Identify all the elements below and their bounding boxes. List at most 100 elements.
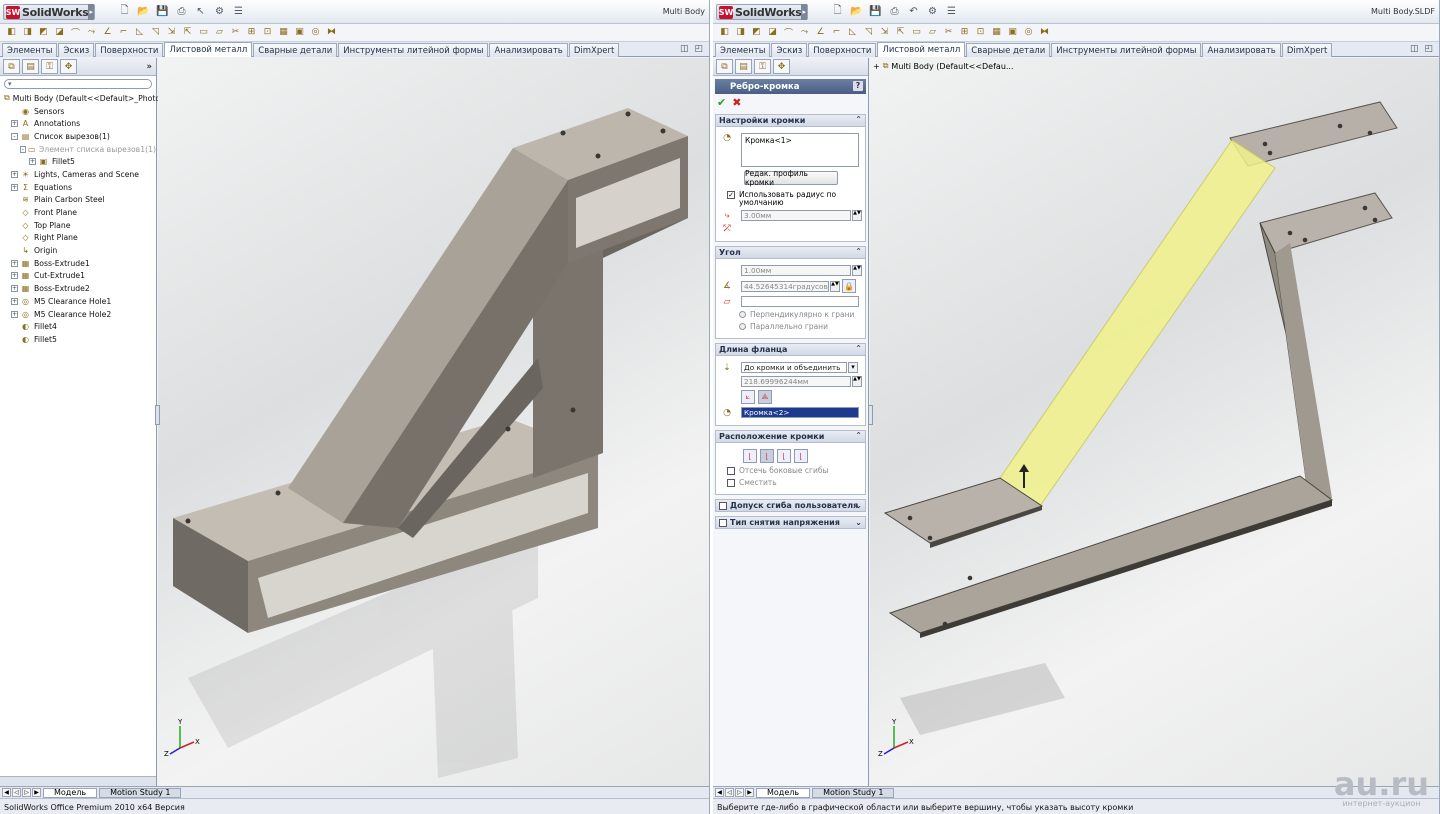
view-orientation-icon[interactable]: ◫: [680, 44, 689, 54]
tab-dimxpert[interactable]: DimXpert: [1281, 43, 1333, 57]
expand-toggle-icon[interactable]: -: [20, 145, 26, 153]
bend-from-virtual-sharp-icon[interactable]: ⌊: [794, 449, 808, 463]
tab-sketch[interactable]: Эскиз: [58, 43, 95, 57]
sketched-bend-icon[interactable]: ∠: [815, 26, 826, 38]
forming-tool-icon[interactable]: ⊡: [262, 26, 273, 38]
expand-toggle-icon[interactable]: +: [11, 170, 18, 178]
next-tab-icon[interactable]: ▷: [735, 788, 744, 797]
options-icon[interactable]: ☰: [232, 5, 245, 18]
sketched-bend-icon[interactable]: ∠: [102, 26, 113, 38]
outer-virtual-sharp-icon[interactable]: ⟀: [741, 390, 755, 404]
tree-item[interactable]: ≋ Plain Carbon Steel: [2, 194, 156, 207]
inner-virtual-sharp-icon[interactable]: ⟁: [758, 390, 772, 404]
expand-icon[interactable]: +: [873, 62, 880, 71]
expand-chevron-icon[interactable]: ⌄: [855, 518, 862, 527]
collapse-chevron-icon[interactable]: ⌃: [855, 247, 862, 256]
ok-check-icon[interactable]: ✔: [717, 96, 726, 109]
undo-icon[interactable]: ↶: [907, 5, 920, 18]
property-manager-tab-icon[interactable]: ▤: [22, 59, 39, 74]
tab-nav-arrows[interactable]: ◀ ◁ ▷ ▶: [715, 788, 754, 797]
tree-item[interactable]: + ▣ Fillet5: [2, 155, 156, 168]
new-icon[interactable]: 🗋: [831, 5, 844, 18]
feature-manager-tab-icon[interactable]: ⧉: [3, 59, 20, 74]
custom-bend-allowance-checkbox[interactable]: [719, 501, 727, 510]
select-icon[interactable]: ↖: [194, 5, 207, 18]
expand-toggle-icon[interactable]: +: [11, 183, 18, 191]
tree-item[interactable]: ◇ Top Plane: [2, 219, 156, 232]
thickness-input[interactable]: 1.00мм: [741, 265, 851, 276]
tree-item[interactable]: ⧉ Multi Body (Default<<Default>_PhotoW: [2, 92, 168, 105]
tab-sheet-metal[interactable]: Листовой металл: [164, 42, 253, 57]
next-tab-icon[interactable]: ▷: [22, 788, 31, 797]
save-icon[interactable]: 💾: [869, 5, 882, 18]
panel-collapse-handle[interactable]: [155, 405, 160, 425]
expand-toggle-icon[interactable]: +: [11, 310, 18, 318]
lock-angle-icon[interactable]: 🔒: [842, 279, 856, 293]
tree-item[interactable]: + ▦ Boss-Extrude1: [2, 257, 156, 270]
tree-item[interactable]: - ▤ Список вырезов(1): [2, 130, 156, 143]
tab-model[interactable]: Модель: [43, 787, 98, 798]
display-style-icon[interactable]: ◰: [694, 44, 703, 54]
flatten-icon[interactable]: ▭: [911, 26, 922, 38]
prev-tab-icon[interactable]: ◁: [12, 788, 21, 797]
display-style-icon[interactable]: ◰: [1424, 44, 1433, 54]
simple-hole-icon[interactable]: ◎: [310, 26, 321, 38]
weld-corner-icon[interactable]: ◺: [847, 26, 858, 38]
tree-item[interactable]: + ◎ M5 Clearance Hole2: [2, 308, 156, 321]
tree-item[interactable]: ↳ Origin: [2, 244, 156, 257]
tree-filter-input[interactable]: ▾: [4, 79, 152, 89]
section-header[interactable]: Расположение кромки ⌃: [716, 431, 865, 443]
sheet-metal-model[interactable]: Y X Z: [870, 58, 1440, 786]
flange-length-input[interactable]: 218.69996244мм: [741, 376, 851, 387]
flyout-tree-root[interactable]: + ⧉ Multi Body (Default<<Defau...: [873, 61, 1014, 71]
tab-sheet-metal[interactable]: Листовой металл: [877, 42, 966, 57]
expand-toggle-icon[interactable]: +: [11, 272, 18, 280]
jog-icon[interactable]: ⤳: [86, 26, 97, 38]
tree-item[interactable]: ◇ Front Plane: [2, 206, 156, 219]
expand-toggle-icon[interactable]: +: [11, 259, 18, 267]
expand-toggle-icon[interactable]: +: [11, 297, 18, 305]
end-condition-select[interactable]: До кромки и объединить: [741, 362, 847, 373]
solidworks-menu-button[interactable]: SW SolidWorks ▸: [716, 4, 808, 20]
expand-toggle-icon[interactable]: +: [11, 285, 18, 293]
insert-bends-icon[interactable]: ⊞: [246, 26, 257, 38]
hem-icon[interactable]: ⌒: [783, 26, 794, 39]
up-to-edge-selection[interactable]: Кромка<2>: [741, 407, 859, 418]
panel-scrollbar[interactable]: [0, 776, 156, 786]
convert-icon[interactable]: ◨: [735, 26, 746, 38]
expand-toggle-icon[interactable]: +: [11, 120, 18, 128]
convert-icon[interactable]: ◨: [22, 26, 33, 38]
open-icon[interactable]: 📂: [137, 5, 150, 18]
graphics-area[interactable]: Y X Z: [158, 58, 709, 786]
tree-item[interactable]: ◉ Sensors: [2, 105, 156, 118]
unfold-icon[interactable]: ⇲: [166, 26, 177, 38]
weld-corner-icon[interactable]: ◺: [134, 26, 145, 38]
section-custom-bend-allowance[interactable]: Допуск сгиба пользователя ⌄: [715, 499, 866, 512]
last-tab-icon[interactable]: ▶: [745, 788, 754, 797]
hem-icon[interactable]: ⌒: [70, 26, 81, 39]
base-flange-icon[interactable]: ◧: [719, 26, 730, 38]
tab-dimxpert[interactable]: DimXpert: [568, 43, 620, 57]
expand-toggle-icon[interactable]: -: [11, 132, 18, 140]
new-icon[interactable]: 🗋: [118, 5, 131, 18]
collapse-chevron-icon[interactable]: ⌃: [855, 344, 862, 353]
break-corner-icon[interactable]: ◹: [150, 26, 161, 38]
bend-outside-icon[interactable]: ⌊: [777, 449, 791, 463]
tree-item[interactable]: + ▦ Boss-Extrude2: [2, 282, 156, 295]
tree-item[interactable]: - ▭ Элемент списка вырезов1(1): [2, 143, 156, 156]
miter-flange-icon[interactable]: ◪: [54, 26, 65, 38]
configuration-manager-tab-icon[interactable]: ⚿: [41, 59, 58, 74]
forming-tool-icon[interactable]: ⊡: [975, 26, 986, 38]
tab-surfaces[interactable]: Поверхности: [808, 43, 877, 57]
tree-item[interactable]: + ◎ M5 Clearance Hole1: [2, 295, 156, 308]
save-icon[interactable]: 💾: [156, 5, 169, 18]
angle-input[interactable]: 44.52645314градусов: [741, 280, 829, 292]
tab-features[interactable]: Элементы: [715, 43, 771, 57]
first-tab-icon[interactable]: ◀: [2, 788, 11, 797]
no-bends-icon[interactable]: ▱: [214, 26, 225, 38]
base-flange-icon[interactable]: ◧: [6, 26, 17, 38]
tree-item[interactable]: ◐ Fillet4: [2, 320, 156, 333]
custom-relief-checkbox[interactable]: [719, 518, 727, 527]
length-spinner[interactable]: ▲▼: [852, 376, 862, 387]
tab-mold-tools[interactable]: Инструменты литейной формы: [338, 43, 489, 57]
